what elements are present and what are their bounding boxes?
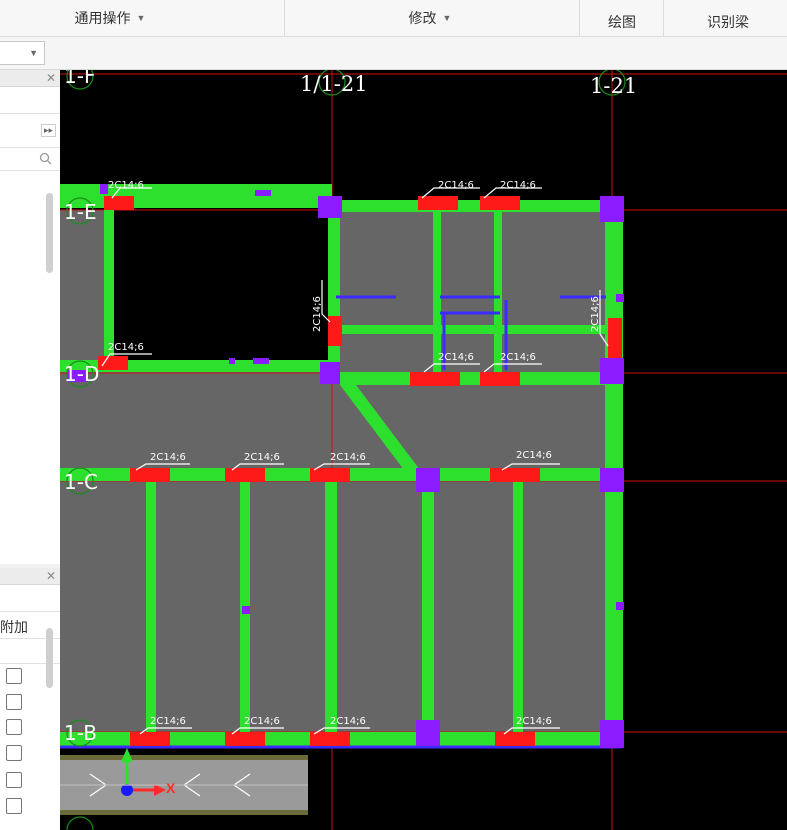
rebar-label[interactable]: 2C14;6 xyxy=(500,180,536,191)
row-label: 1-F xyxy=(64,70,96,88)
rebar-label[interactable]: 2C14;6 xyxy=(330,716,366,727)
row-label: 1-E xyxy=(64,200,97,224)
general-ops-label: 通用操作 xyxy=(74,10,131,26)
panel-header: ✕ xyxy=(0,70,60,87)
rebar-label[interactable]: 2C14;6 xyxy=(108,342,144,353)
column-header-additional: 附加 xyxy=(0,619,28,635)
property-panel: ✕ 附加 xyxy=(0,568,61,830)
rebar-label[interactable]: 2C14;6 xyxy=(312,296,323,332)
axis-label: 1-21 xyxy=(590,74,638,98)
additional-checkbox[interactable] xyxy=(6,694,22,710)
additional-checkbox[interactable] xyxy=(6,772,22,788)
draw-button[interactable]: 绘图 xyxy=(582,4,662,40)
row-label: 1-C xyxy=(64,470,98,494)
panel-toolbar xyxy=(0,585,60,612)
rebar-label[interactable]: 2C14;6 xyxy=(516,716,552,727)
row-label: 1-B xyxy=(64,721,97,745)
draw-label: 绘图 xyxy=(608,14,636,30)
rebar-label[interactable]: 2C14;6 xyxy=(330,452,366,463)
cad-drawing-canvas[interactable]: 1/1-21 1-21 1-F 1-E 1-D 1-C 1-B 2C14;6 2… xyxy=(60,70,787,830)
additional-checkbox[interactable] xyxy=(6,668,22,684)
rebar-label[interactable]: 2C14;6 xyxy=(438,352,474,363)
chevron-down-icon: ▼ xyxy=(136,13,146,23)
rebar-label[interactable]: 2C14;6 xyxy=(590,296,601,332)
panel-toolbar xyxy=(0,87,60,114)
additional-checkbox[interactable] xyxy=(6,798,22,814)
search-input[interactable] xyxy=(0,148,60,171)
floor-dropdown[interactable]: ▼ xyxy=(0,41,45,65)
row-label: 1-D xyxy=(64,362,100,386)
scrollbar-thumb[interactable] xyxy=(46,628,53,688)
ribbon-divider xyxy=(663,0,664,36)
additional-checkbox[interactable] xyxy=(6,719,22,735)
ucs-x-label: X xyxy=(166,780,176,796)
rebar-label[interactable]: 2C14;6 xyxy=(244,716,280,727)
modify-menu[interactable]: 修改 ▼ xyxy=(360,0,500,36)
axis-label: 1/1-21 xyxy=(300,72,368,96)
panel-tabs: ▸▸ xyxy=(0,114,60,148)
component-tree xyxy=(0,171,60,561)
search-icon xyxy=(39,152,52,165)
identify-beam-label: 识别梁 xyxy=(707,14,749,30)
slab[interactable] xyxy=(60,210,104,365)
identify-beam-button[interactable]: 识别梁 xyxy=(668,4,787,40)
expand-arrows-icon[interactable]: ▸▸ xyxy=(40,124,56,137)
modify-label: 修改 xyxy=(408,10,437,26)
ribbon-divider xyxy=(284,0,285,36)
rebar-label[interactable]: 2C14;6 xyxy=(438,180,474,191)
rebar-label[interactable]: 2C14;6 xyxy=(150,716,186,727)
panel-header: ✕ xyxy=(0,568,60,585)
rebar-label[interactable]: 2C14;6 xyxy=(108,180,144,191)
rebar-label[interactable]: 2C14;6 xyxy=(516,450,552,461)
ucs-origin xyxy=(121,784,133,796)
close-icon[interactable]: ✕ xyxy=(46,70,56,86)
slab[interactable] xyxy=(334,205,608,370)
additional-checkbox[interactable] xyxy=(6,745,22,761)
rebar-label[interactable]: 2C14;6 xyxy=(500,352,536,363)
ribbon-toolbar: 通用操作 ▼ 修改 ▼ 绘图 识别梁 xyxy=(0,0,787,37)
close-icon[interactable]: ✕ xyxy=(46,568,56,584)
scrollbar-thumb[interactable] xyxy=(46,193,53,273)
general-ops-menu[interactable]: 通用操作 ▼ xyxy=(40,0,180,36)
rebar-label[interactable]: 2C14;6 xyxy=(150,452,186,463)
rebar-label[interactable]: 2C14;6 xyxy=(244,452,280,463)
property-bar: ▼ xyxy=(0,37,787,70)
chevron-down-icon: ▼ xyxy=(442,13,452,23)
ribbon-divider xyxy=(579,0,580,36)
component-panel: ✕ ▸▸ xyxy=(0,70,61,564)
chevron-down-icon: ▼ xyxy=(29,48,38,58)
